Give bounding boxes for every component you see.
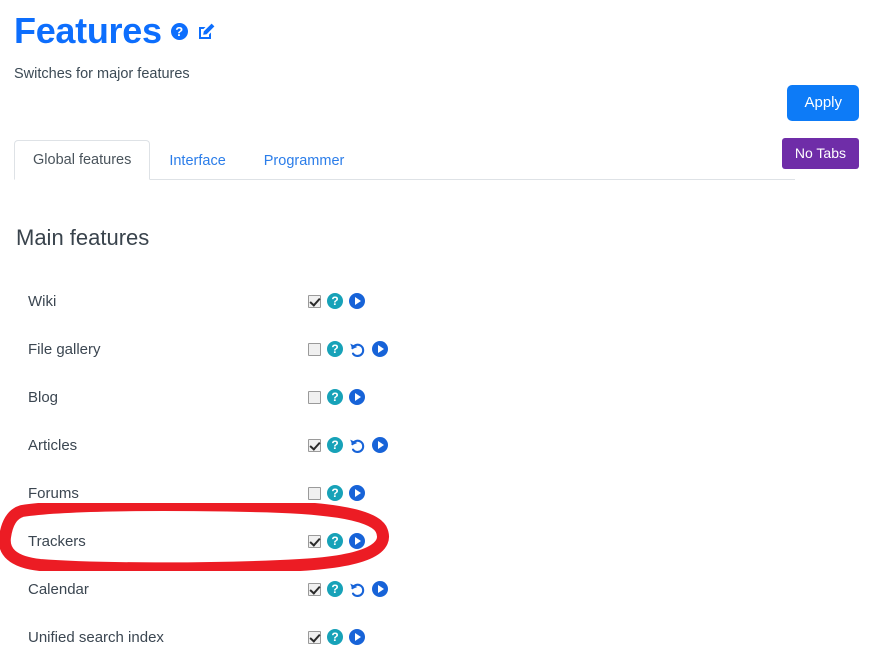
- feature-label: Wiki: [28, 292, 57, 310]
- play-circle-icon[interactable]: [349, 629, 365, 645]
- play-circle-icon[interactable]: [349, 485, 365, 501]
- feature-checkbox[interactable]: [308, 390, 321, 404]
- play-circle-icon[interactable]: [349, 389, 365, 405]
- help-circle-glyph: ?: [170, 22, 188, 40]
- help-circle-icon[interactable]: ?: [327, 533, 343, 549]
- feature-checkbox[interactable]: [308, 582, 321, 596]
- feature-list: Wiki ? File gallery ? Blog ? Articles ? …: [0, 277, 420, 661]
- feature-controls: ?: [308, 339, 388, 359]
- feature-row-unified-search-index: Unified search index ?: [0, 613, 420, 661]
- feature-checkbox[interactable]: [308, 630, 321, 644]
- feature-row-articles: Articles ?: [0, 421, 420, 469]
- feature-checkbox[interactable]: [308, 342, 321, 356]
- play-circle-icon[interactable]: [372, 341, 388, 357]
- help-circle-icon[interactable]: ?: [327, 485, 343, 501]
- feature-row-trackers: Trackers ?: [0, 517, 420, 565]
- feature-checkbox[interactable]: [308, 486, 321, 500]
- feature-row-wiki: Wiki ?: [0, 277, 420, 325]
- help-circle-icon[interactable]: ?: [327, 629, 343, 645]
- help-circle-icon[interactable]: ?: [170, 22, 188, 40]
- feature-label: Forums: [28, 484, 79, 502]
- tab-strip: Global features Interface Programmer: [14, 139, 795, 180]
- feature-controls: ?: [308, 435, 388, 455]
- page-title: Features: [14, 10, 162, 51]
- help-circle-icon[interactable]: ?: [327, 341, 343, 357]
- feature-controls: ?: [308, 387, 365, 407]
- undo-arrow-icon[interactable]: [349, 437, 366, 454]
- play-circle-icon[interactable]: [349, 293, 365, 309]
- help-circle-icon[interactable]: ?: [327, 389, 343, 405]
- help-circle-icon[interactable]: ?: [327, 437, 343, 453]
- feature-label: Calendar: [28, 580, 89, 598]
- tab-panel: Global features Interface Programmer: [14, 139, 795, 180]
- feature-checkbox[interactable]: [308, 294, 321, 308]
- tab-programmer[interactable]: Programmer: [245, 141, 364, 180]
- play-circle-icon[interactable]: [372, 581, 388, 597]
- feature-row-forums: Forums ?: [0, 469, 420, 517]
- edit-pencil-icon[interactable]: [197, 22, 216, 41]
- feature-checkbox[interactable]: [308, 534, 321, 548]
- feature-controls: ?: [308, 579, 388, 599]
- tab-global-features[interactable]: Global features: [14, 140, 151, 180]
- feature-row-file-gallery: File gallery ?: [0, 325, 420, 373]
- help-circle-icon[interactable]: ?: [327, 293, 343, 309]
- page-title-row: Features ?: [14, 10, 885, 52]
- feature-controls: ?: [308, 627, 365, 647]
- undo-arrow-icon[interactable]: [349, 581, 366, 598]
- feature-row-blog: Blog ?: [0, 373, 420, 421]
- feature-controls: ?: [308, 483, 365, 503]
- play-circle-icon[interactable]: [372, 437, 388, 453]
- section-title: Main features: [16, 225, 150, 250]
- feature-label: File gallery: [28, 340, 101, 358]
- page-subtitle: Switches for major features: [14, 66, 190, 82]
- tab-interface[interactable]: Interface: [150, 141, 244, 180]
- feature-label: Unified search index: [28, 628, 164, 646]
- feature-checkbox[interactable]: [308, 438, 321, 452]
- feature-controls: ?: [308, 531, 365, 551]
- undo-arrow-icon[interactable]: [349, 341, 366, 358]
- page-header: Features ? Switches for major features: [0, 0, 885, 83]
- feature-row-calendar: Calendar ?: [0, 565, 420, 613]
- feature-controls: ?: [308, 291, 365, 311]
- apply-button[interactable]: Apply: [787, 85, 859, 121]
- help-circle-icon[interactable]: ?: [327, 581, 343, 597]
- play-circle-icon[interactable]: [349, 533, 365, 549]
- feature-label: Blog: [28, 388, 59, 406]
- feature-label: Trackers: [28, 532, 86, 550]
- feature-label: Articles: [28, 436, 78, 454]
